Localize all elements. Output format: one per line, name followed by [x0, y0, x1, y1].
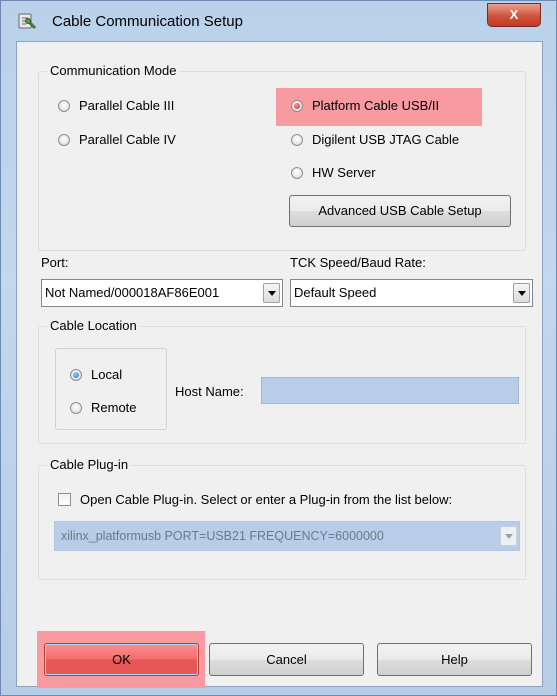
- cable-setup-icon: [18, 13, 37, 30]
- window-title: Cable Communication Setup: [52, 13, 243, 30]
- ok-button[interactable]: OK: [44, 643, 199, 676]
- tck-label: TCK Speed/Baud Rate:: [290, 255, 426, 270]
- radio-remote[interactable]: Remote: [70, 400, 137, 415]
- radio-label: Remote: [91, 400, 137, 415]
- cancel-button[interactable]: Cancel: [209, 643, 364, 676]
- cable-plugin-value: xilinx_platformusb PORT=USB21 FREQUENCY=…: [61, 529, 384, 543]
- cable-plugin-legend: Cable Plug-in: [47, 457, 132, 472]
- radio-parallel-cable-iv[interactable]: Parallel Cable IV: [58, 132, 176, 147]
- radio-local[interactable]: Local: [70, 367, 122, 382]
- chevron-down-icon[interactable]: [263, 283, 280, 303]
- radio-icon: [291, 133, 303, 146]
- advanced-usb-cable-setup-button[interactable]: Advanced USB Cable Setup: [289, 195, 511, 227]
- radio-label: Parallel Cable IV: [79, 132, 176, 147]
- radio-label: Platform Cable USB/II: [312, 98, 440, 113]
- radio-label: HW Server: [312, 165, 376, 180]
- port-value: Not Named/000018AF86E001: [45, 285, 220, 300]
- radio-icon: [58, 99, 70, 112]
- tck-value: Default Speed: [294, 285, 377, 300]
- radio-label: Local: [91, 367, 123, 382]
- radio-digilent-usb-jtag[interactable]: Digilent USB JTAG Cable: [291, 132, 459, 147]
- chevron-down-icon: [500, 526, 517, 546]
- cable-plugin-select: xilinx_platformusb PORT=USB21 FREQUENCY=…: [54, 521, 520, 551]
- host-name-input[interactable]: [261, 377, 519, 404]
- radio-icon: [291, 166, 303, 179]
- radio-selected-icon: [291, 99, 303, 112]
- open-cable-plugin-checkbox[interactable]: [58, 493, 71, 506]
- dialog-body: Communication Mode Parallel Cable III Pa…: [16, 41, 543, 688]
- port-select[interactable]: Not Named/000018AF86E001: [41, 279, 283, 307]
- help-button[interactable]: Help: [377, 643, 532, 676]
- radio-label: Digilent USB JTAG Cable: [312, 132, 460, 147]
- chevron-down-icon[interactable]: [513, 283, 530, 303]
- title-bar[interactable]: Cable Communication Setup X: [1, 1, 556, 41]
- port-label: Port:: [41, 255, 69, 270]
- location-radio-box: [55, 348, 167, 430]
- host-name-label: Host Name:: [175, 384, 244, 399]
- radio-selected-icon: [70, 368, 82, 381]
- dialog-window: Cable Communication Setup X Communicatio…: [0, 0, 557, 696]
- radio-parallel-cable-iii[interactable]: Parallel Cable III: [58, 98, 174, 113]
- tck-speed-select[interactable]: Default Speed: [290, 279, 533, 307]
- radio-icon: [58, 133, 70, 146]
- communication-mode-legend: Communication Mode: [47, 63, 180, 78]
- cable-location-legend: Cable Location: [47, 318, 140, 333]
- close-button[interactable]: X: [487, 3, 541, 27]
- open-cable-plugin-label[interactable]: Open Cable Plug-in. Select or enter a Pl…: [80, 492, 452, 507]
- radio-label: Parallel Cable III: [79, 98, 175, 113]
- radio-icon: [70, 401, 82, 414]
- radio-hw-server[interactable]: HW Server: [291, 165, 376, 180]
- radio-platform-cable-usb[interactable]: Platform Cable USB/II: [291, 98, 439, 113]
